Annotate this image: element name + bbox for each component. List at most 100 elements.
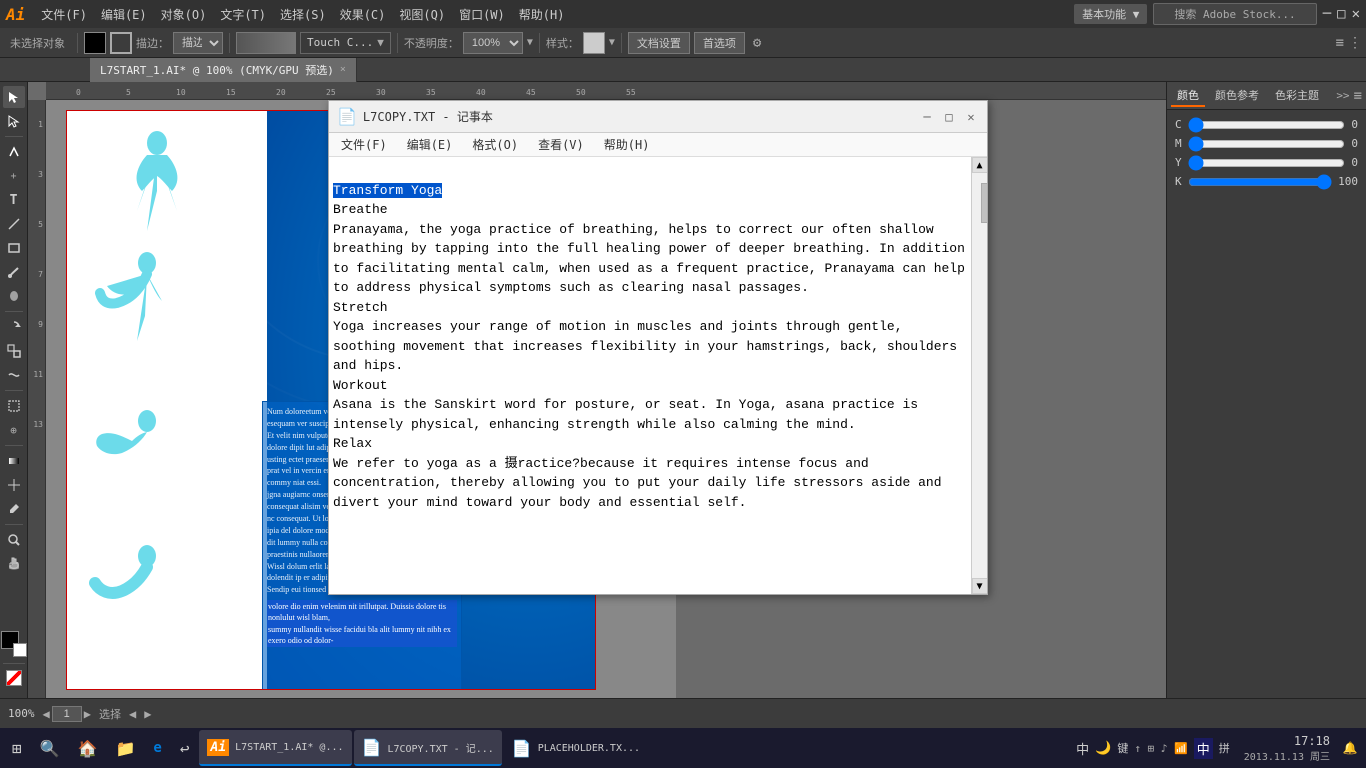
zoom-tool[interactable] [3, 529, 25, 551]
fill-color[interactable] [84, 32, 106, 54]
selected-text: Transform Yoga [333, 183, 442, 198]
menu-effect[interactable]: 效果(C) [334, 4, 392, 25]
none-swatch[interactable] [6, 670, 22, 686]
gradient-tool[interactable] [3, 450, 25, 472]
opacity-dropdown-icon[interactable]: ▼ [527, 37, 533, 48]
window-maximize[interactable]: □ [1337, 6, 1345, 22]
select-tool[interactable] [3, 86, 25, 108]
menu-window[interactable]: 窗口(W) [453, 4, 511, 25]
start-button[interactable]: ⊞ [4, 730, 30, 766]
line-tool[interactable] [3, 213, 25, 235]
style-dropdown-icon[interactable]: ▼ [609, 37, 615, 48]
right-panel: 颜色 颜色参考 色彩主题 >> ≡ C 0 M 0 Y 0 K [1166, 82, 1366, 698]
window-minimize[interactable]: ─ [1323, 6, 1331, 22]
stroke-swatch[interactable] [13, 643, 27, 657]
color-k-slider[interactable] [1188, 178, 1333, 186]
menu-object[interactable]: 对象(O) [155, 4, 213, 25]
color-y-slider[interactable] [1188, 159, 1346, 167]
tab-close-btn[interactable]: × [340, 64, 346, 75]
tool-options-icon[interactable]: ⚙ [753, 35, 761, 51]
type-tool[interactable]: T [3, 189, 25, 211]
nav-next-btn[interactable]: ▶ [144, 707, 151, 721]
add-anchor-tool[interactable]: + [3, 165, 25, 187]
panel-tab-color-ref[interactable]: 颜色参考 [1209, 85, 1265, 107]
workspace-selector[interactable]: 基本功能 ▼ [1074, 4, 1147, 24]
scrollbar-thumb[interactable] [981, 183, 988, 223]
taskbar-edge[interactable]: e [145, 730, 169, 766]
np-menu-view[interactable]: 查看(V) [530, 134, 592, 155]
np-menu-help[interactable]: 帮助(H) [596, 134, 658, 155]
np-menu-format[interactable]: 格式(O) [464, 134, 526, 155]
stroke-size-select[interactable]: 描边 [173, 32, 223, 54]
clock[interactable]: 17:18 2013.11.13 周三 [1240, 734, 1334, 763]
color-c-slider[interactable] [1188, 121, 1346, 129]
notepad-text[interactable]: Transform Yoga Breathe Pranayama, the yo… [329, 157, 971, 594]
taskbar-illustrator[interactable]: Ai L7START_1.AI* @... [199, 730, 351, 766]
blob-brush-tool[interactable] [3, 285, 25, 307]
notepad-maximize-btn[interactable]: □ [941, 109, 957, 125]
pen-tool[interactable] [3, 141, 25, 163]
panel-menu-icon[interactable]: ≡ [1354, 88, 1362, 104]
taskbar-home[interactable]: 🏠 [70, 730, 106, 766]
menu-help[interactable]: 帮助(H) [513, 4, 571, 25]
search-button[interactable]: 🔍 [32, 730, 68, 766]
touch-brush-selector[interactable]: Touch C... ▼ [300, 32, 391, 54]
direct-select-tool[interactable] [3, 110, 25, 132]
notepad-close-btn[interactable]: ✕ [963, 109, 979, 125]
lang-indicator[interactable]: 中 [1076, 739, 1089, 758]
notepad-scrollbar[interactable]: ▲ ▼ [971, 157, 987, 594]
np-menu-edit[interactable]: 编辑(E) [399, 134, 461, 155]
notepad-minimize-btn[interactable]: ─ [919, 109, 935, 125]
hand-tool[interactable] [3, 553, 25, 575]
taskbar-placeholder[interactable]: 📄 PLACEHOLDER.TX... [504, 730, 648, 766]
keyboard-icon[interactable]: 键 [1117, 740, 1128, 756]
free-transform-tool[interactable] [3, 395, 25, 417]
eyedropper-tool[interactable] [3, 498, 25, 520]
zoom-next-btn[interactable]: ▶ [84, 707, 91, 721]
opacity-select[interactable]: 100% [463, 32, 523, 54]
zoom-controls[interactable]: ◀ ▶ [43, 706, 91, 722]
scale-tool[interactable] [3, 340, 25, 362]
menu-file[interactable]: 文件(F) [35, 4, 93, 25]
brush-dropdown-icon[interactable]: ▼ [377, 36, 384, 49]
rect-tool[interactable] [3, 237, 25, 259]
menu-select[interactable]: 选择(S) [274, 4, 332, 25]
style-color-box[interactable] [583, 32, 605, 54]
panel-expand-icon[interactable]: >> [1336, 89, 1349, 102]
align-icon[interactable]: ≡ [1336, 35, 1344, 51]
np-menu-file[interactable]: 文件(F) [333, 134, 395, 155]
scrollbar-down-arrow[interactable]: ▼ [972, 578, 988, 594]
panel-tab-color[interactable]: 颜色 [1171, 85, 1205, 107]
preferences-btn[interactable]: 首选项 [694, 32, 745, 54]
page-number-input[interactable] [52, 706, 82, 722]
window-close[interactable]: ✕ [1352, 6, 1360, 22]
paintbrush-tool[interactable] [3, 261, 25, 283]
panel-tab-color-theme[interactable]: 色彩主题 [1269, 85, 1325, 107]
shape-builder-tool[interactable]: ⊕ [3, 419, 25, 441]
sys-tray[interactable]: 中 🌙 键 ↑ ⊞ ♪ 📶 中 拼 [1070, 738, 1236, 759]
document-tab[interactable]: L7START_1.AI* @ 100% (CMYK/GPU 预选) × [90, 58, 357, 82]
taskbar-files[interactable]: 📁 [107, 730, 143, 766]
notepad-titlebar[interactable]: 📄 L7COPY.TXT - 记事本 ─ □ ✕ [329, 101, 987, 133]
menu-text[interactable]: 文字(T) [214, 4, 272, 25]
ime-cn-icon[interactable]: 中 [1194, 738, 1213, 759]
taskbar-back[interactable]: ↩ [172, 730, 198, 766]
doc-settings-btn[interactable]: 文档设置 [628, 32, 690, 54]
mesh-tool[interactable] [3, 474, 25, 496]
menu-edit[interactable]: 编辑(E) [95, 4, 153, 25]
notification-center[interactable]: 🔔 [1338, 741, 1362, 755]
color-m-slider[interactable] [1188, 140, 1346, 148]
canvas-area[interactable]: 0 5 10 15 20 25 30 35 40 45 50 55 1 3 5 … [28, 82, 1166, 698]
scrollbar-up-arrow[interactable]: ▲ [972, 157, 988, 173]
warp-tool[interactable] [3, 364, 25, 386]
toolbar-menu-icon[interactable]: ⋮ [1348, 35, 1362, 51]
taskbar-notepad[interactable]: 📄 L7COPY.TXT - 记... [354, 730, 502, 766]
stroke-indicator[interactable] [110, 32, 132, 54]
zoom-prev-btn[interactable]: ◀ [43, 707, 50, 721]
pinyin-icon[interactable]: 拼 [1219, 740, 1230, 756]
menu-view[interactable]: 视图(Q) [393, 4, 451, 25]
rotate-tool[interactable] [3, 316, 25, 338]
nav-prev-btn[interactable]: ◀ [129, 707, 136, 721]
system-icons[interactable]: ↑ ⊞ ♪ 📶 [1134, 742, 1187, 755]
search-stock[interactable]: 搜索 Adobe Stock... [1153, 3, 1316, 25]
